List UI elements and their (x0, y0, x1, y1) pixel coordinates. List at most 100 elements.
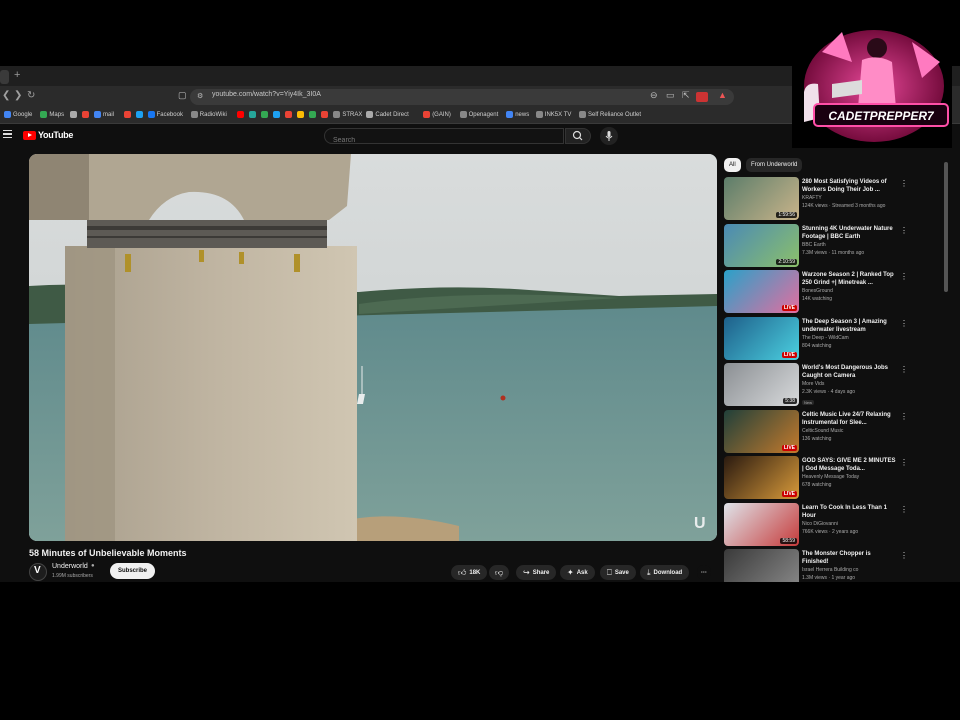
chip-all[interactable]: All (724, 158, 741, 172)
bookmark-label: INK5X TV (544, 111, 572, 118)
recommendation-more-icon[interactable]: ⋮ (900, 365, 908, 374)
recommendation-more-icon[interactable]: ⋮ (900, 179, 908, 188)
recommendation-more-icon[interactable]: ⋮ (900, 505, 908, 514)
recommendation-more-icon[interactable]: ⋮ (900, 458, 908, 467)
recommendation-meta: 124K views · Streamed 3 months ago (802, 203, 886, 209)
recommendation-meta: 14K watching (802, 296, 833, 302)
bookmark-item[interactable] (273, 111, 282, 118)
recommendation-thumbnail[interactable]: LIVE (724, 316, 799, 360)
bookmark-item[interactable] (297, 111, 306, 118)
recommendation-more-icon[interactable]: ⋮ (900, 319, 908, 328)
bookmark-item[interactable]: news (506, 111, 529, 118)
bookmark-item[interactable]: (GAIN) (423, 111, 451, 118)
bookmark-item[interactable]: Openagent (459, 111, 499, 118)
bookmark-item[interactable] (285, 111, 294, 118)
bookmark-favicon-icon (309, 111, 317, 118)
forward-icon[interactable]: ❯ (14, 90, 22, 101)
recommendation-meta: 1.3M views · 1 year ago (802, 575, 856, 581)
recommendation-item[interactable]: 1:59:56 280 Most Satisfying Videos of Wor… (724, 177, 910, 221)
recommendation-item[interactable]: LIVE Celtic Music Live 24/7 Relaxing Inst… (724, 409, 910, 454)
recommendation-thumbnail[interactable]: 5:38 (724, 363, 799, 406)
recommendation-thumbnail[interactable]: 2:10:59 (724, 223, 799, 267)
recommendation-thumbnail[interactable]: LIVE (724, 409, 799, 453)
channel-row: V Underworld ● 1.99M subscribers Subscri… (29, 561, 717, 582)
bookmark-item[interactable] (249, 111, 258, 118)
search-input[interactable] (325, 134, 563, 147)
recommendation-item[interactable]: The Monster Chopper is Finished! Israel H… (724, 549, 910, 582)
thumbs-down-icon: 👎︎ (495, 567, 504, 577)
subscribe-button[interactable]: Subscribe (110, 563, 156, 579)
dislike-button[interactable]: 👎︎ (489, 565, 510, 580)
recommendation-thumbnail[interactable] (724, 549, 799, 582)
voice-search-button[interactable] (600, 127, 618, 145)
bookmark-item[interactable]: Maps (40, 111, 64, 118)
bookmark-item[interactable] (135, 111, 145, 118)
download-button[interactable]: ⤓ Download (640, 565, 690, 580)
recommendation-item[interactable]: 58:59 Learn To Cook In Less Than 1 Hour Ni… (724, 502, 910, 547)
bookmark-favicon-icon (579, 111, 586, 118)
recommendation-channel: Israel Herrera Building co (802, 567, 859, 573)
back-icon[interactable]: ❮ (2, 90, 10, 101)
address-bar[interactable]: ▢ ⚙ youtube.com/watch?v=Yiy4Ik_3I0A ⊖ ▭ … (178, 89, 734, 105)
more-actions-button[interactable]: ··· (697, 565, 711, 580)
reload-icon[interactable]: ↻ (27, 90, 35, 101)
bookmark-item[interactable] (321, 111, 330, 118)
channel-name[interactable]: Underworld (52, 563, 88, 570)
youtube-logo[interactable]: YouTube (23, 130, 73, 140)
bookmark-item[interactable]: Facebook (147, 111, 183, 118)
share-button[interactable]: ↪ Share (516, 565, 557, 580)
recommendation-thumbnail[interactable]: LIVE (724, 456, 799, 499)
streamer-logo-overlay: CADETPREPPER7 (792, 22, 952, 148)
new-tab-icon[interactable]: + (14, 69, 20, 81)
save-button[interactable]: ⎕ Save (600, 565, 636, 580)
bookmark-item[interactable] (123, 111, 133, 118)
url-text[interactable]: youtube.com/watch?v=Yiy4Ik_3I0A (212, 91, 321, 98)
recommendation-more-icon[interactable]: ⋮ (900, 551, 908, 560)
site-settings-icon[interactable]: ⚙ (197, 92, 203, 100)
browser-tab[interactable] (0, 70, 9, 84)
bookmark-item[interactable]: Cadet Direct (366, 111, 409, 118)
recommendation-item[interactable]: LIVE The Deep Season 3 | Amazing underwat… (724, 316, 910, 361)
recommendation-more-icon[interactable]: ⋮ (900, 226, 908, 235)
recommendation-item[interactable]: LIVE Warzone Season 2 | Ranked Top 250 Gr… (724, 270, 910, 314)
video-player[interactable]: U (29, 154, 717, 541)
like-button[interactable]: 👍︎ 18K (451, 565, 488, 580)
recommendation-more-icon[interactable]: ⋮ (900, 412, 908, 421)
recommendation-thumbnail[interactable]: LIVE (724, 270, 799, 313)
bookmark-item[interactable]: STRAX (333, 111, 362, 118)
extension-icon[interactable] (696, 92, 708, 102)
recommendation-item[interactable]: 2:10:59 Stunning 4K Underwater Nature Foo… (724, 223, 910, 268)
chip-from-channel[interactable]: From Underworld (746, 158, 803, 172)
bookmark-favicon-icon (535, 111, 543, 118)
video-watermark: U (694, 515, 706, 532)
bookmark-label: Openagent (468, 111, 499, 118)
recommendation-item[interactable]: LIVE GOD SAYS: GIVE ME 2 MINUTES | God Me… (724, 456, 910, 500)
bookmark-item[interactable]: Self Reliance Outlet (579, 111, 641, 118)
bookmark-label: Google (13, 111, 33, 118)
recommendation-more-icon[interactable]: ⋮ (900, 272, 908, 281)
install-icon[interactable]: ▭ (666, 90, 675, 101)
recommendation-thumbnail[interactable]: 1:59:56 (724, 177, 799, 220)
bookmark-item[interactable]: RadioWiki (190, 111, 227, 118)
extension-red-icon[interactable]: ▲ (718, 90, 727, 100)
recommendation-thumbnail[interactable]: 58:59 (724, 502, 799, 546)
hamburger-menu-icon[interactable] (3, 130, 12, 138)
bookmark-item[interactable] (309, 111, 318, 118)
bookmark-item[interactable]: mail (94, 111, 114, 118)
ask-button[interactable]: ✦ Ask (560, 565, 595, 580)
page-info-icon[interactable]: ▢ (178, 90, 187, 101)
bookmark-item[interactable] (82, 111, 91, 118)
bookmark-item[interactable] (70, 111, 79, 118)
share-page-icon[interactable]: ⇱ (682, 90, 690, 101)
bookmark-item[interactable]: Google (4, 111, 32, 118)
sidebar-scrollbar[interactable] (944, 162, 948, 292)
bookmark-item[interactable] (261, 111, 270, 118)
zoom-icon[interactable]: ⊖ (650, 90, 658, 101)
recommendation-item[interactable]: 5:38 World's Most Dangerous Jobs Caught o… (724, 363, 910, 407)
recommendation-title: 280 Most Satisfying Videos of Workers Do… (802, 179, 887, 193)
channel-avatar[interactable]: V (29, 563, 47, 581)
search-button[interactable] (565, 128, 591, 144)
bookmark-item[interactable]: INK5X TV (535, 111, 572, 118)
bookmark-favicon-icon (285, 111, 293, 118)
bookmark-item[interactable] (237, 111, 246, 118)
